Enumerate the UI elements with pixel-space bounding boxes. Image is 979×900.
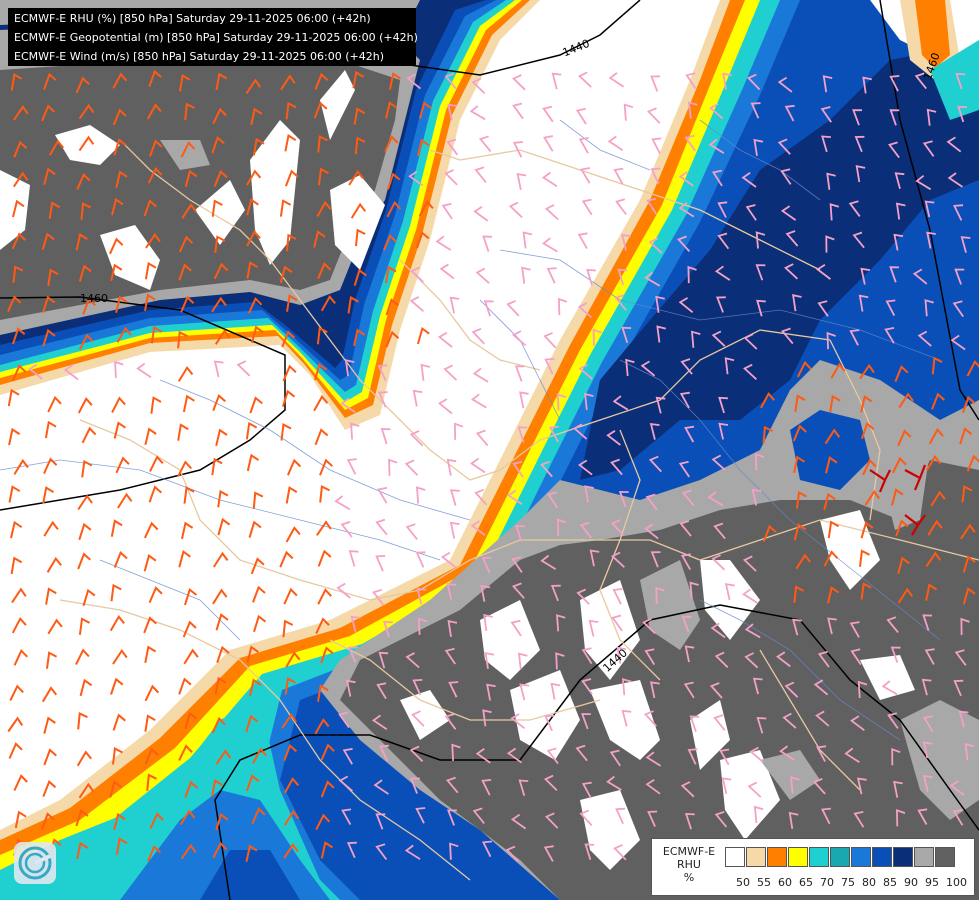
legend-tick-label: 65: [799, 876, 813, 889]
title-line-geopotential: ECMWF-E Geopotential (m) [850 hPa] Satur…: [14, 31, 418, 44]
legend-title-line: ECMWF-E: [662, 845, 716, 858]
legend-tick-label: 75: [841, 876, 855, 889]
legend-swatches: [725, 847, 956, 867]
legend-swatch: [767, 847, 787, 867]
ecmwf-logo-icon: [14, 842, 56, 884]
legend-swatch: [935, 847, 955, 867]
legend-swatch: [788, 847, 808, 867]
legend-swatch: [872, 847, 892, 867]
legend-swatch: [893, 847, 913, 867]
legend-title: ECMWF-E RHU %: [654, 845, 724, 884]
legend-title-line: RHU: [677, 858, 701, 871]
legend-title-line: %: [683, 871, 695, 884]
legend-swatch: [746, 847, 766, 867]
legend-swatch: [830, 847, 850, 867]
legend-tick-label: 70: [820, 876, 834, 889]
legend-tick-label: 95: [925, 876, 939, 889]
legend-tick-label: 85: [883, 876, 897, 889]
legend-ticks: 50 55 60 65 70 75 80 85 90 95 100: [736, 876, 976, 890]
legend-tick-label: 50: [736, 876, 750, 889]
title-line-rhu: ECMWF-E RHU (%) [850 hPa] Saturday 29-11…: [14, 12, 371, 25]
legend-swatch: [725, 847, 745, 867]
legend-tick-label: 60: [778, 876, 792, 889]
legend-tick-label: 55: [757, 876, 771, 889]
legend-tick-label: 80: [862, 876, 876, 889]
contour-label: 1460: [80, 292, 108, 305]
legend-swatch: [851, 847, 871, 867]
rhu-legend: ECMWF-E RHU % 50 55 60 65 70 75 80 85 90 95 100: [651, 838, 975, 896]
title-line-wind: ECMWF-E Wind (m/s) [850 hPa] Saturday 29…: [14, 50, 384, 63]
legend-tick-label: 100: [946, 876, 967, 889]
legend-tick-label: 90: [904, 876, 918, 889]
map-title-box: ECMWF-E RHU (%) [850 hPa] Saturday 29-11…: [8, 8, 418, 66]
legend-swatch: [914, 847, 934, 867]
legend-swatch: [809, 847, 829, 867]
weather-map: 1440 1460 1460 1440: [0, 0, 979, 900]
